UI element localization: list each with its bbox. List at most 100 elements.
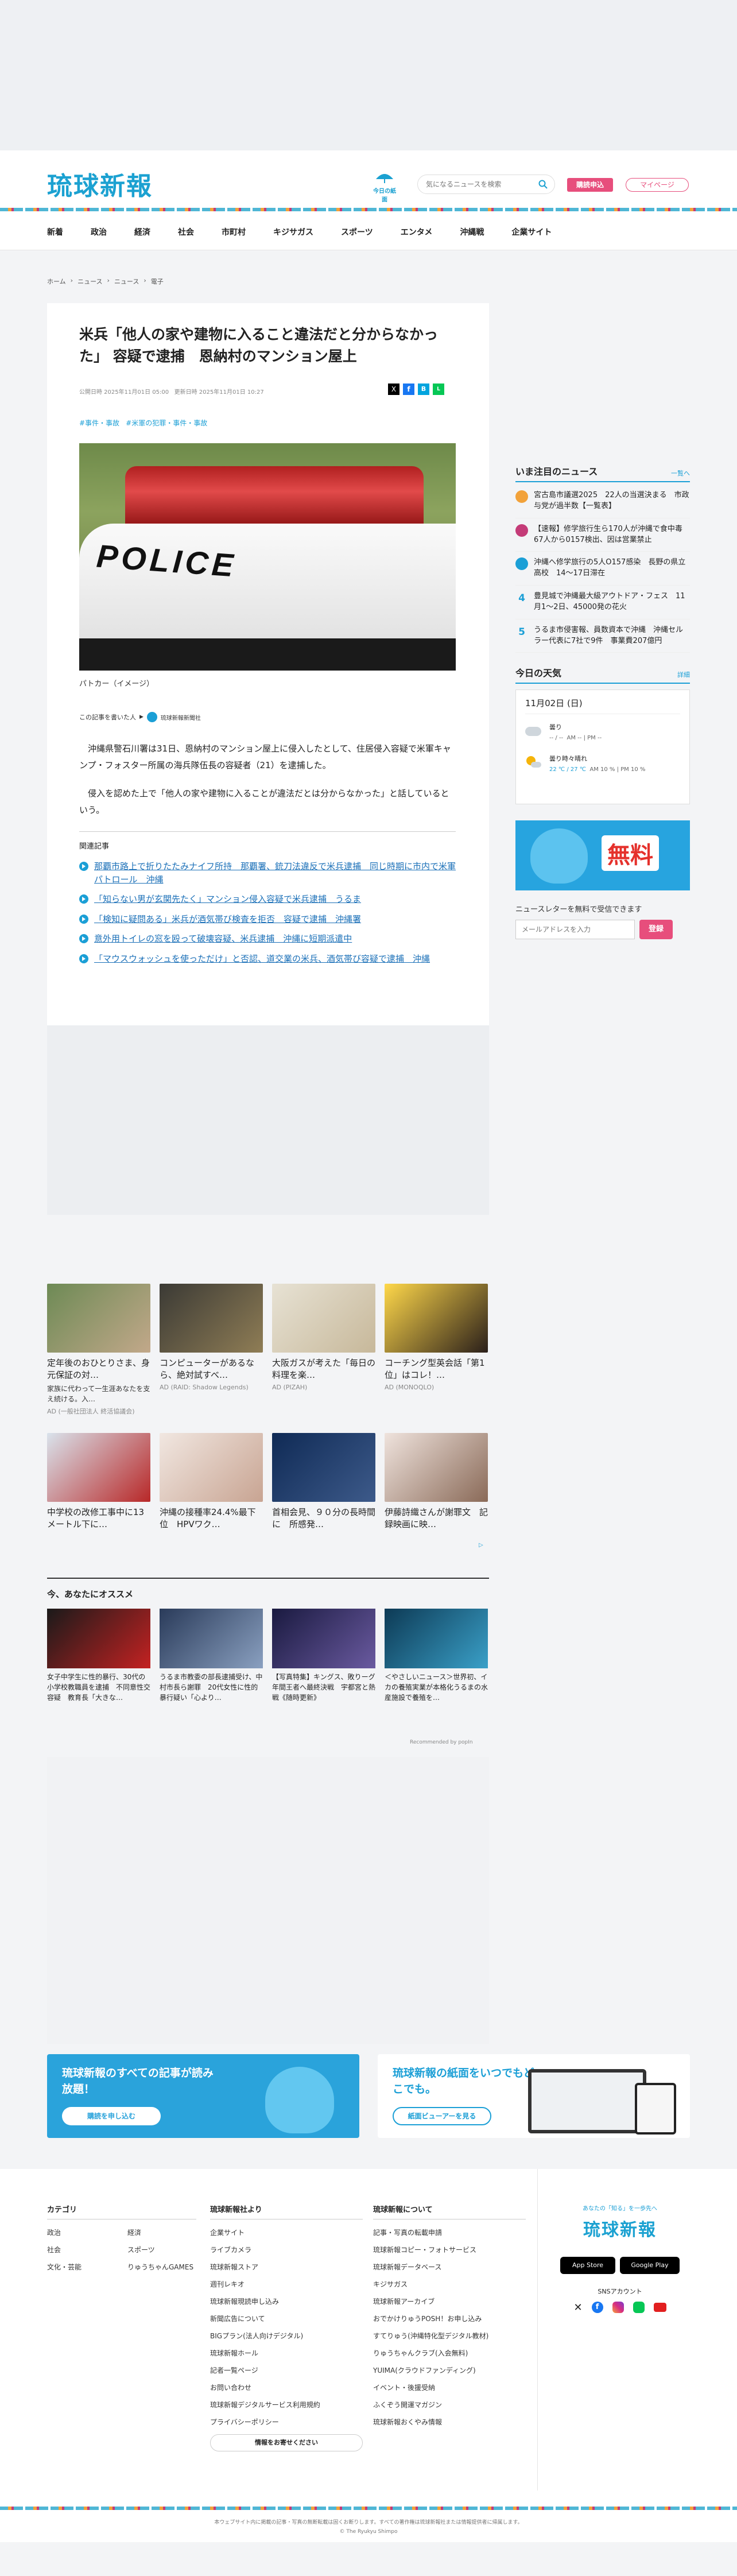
footer-logo[interactable]: 琉球新報 bbox=[551, 2215, 689, 2241]
footer-link[interactable]: 琉球新報現読申し込み bbox=[210, 2296, 363, 2306]
nav-item[interactable]: 社会 bbox=[178, 226, 194, 238]
footer-link[interactable]: BIGプラン(法人向けデジタル) bbox=[210, 2331, 363, 2341]
footer-link[interactable]: 琉球新報ストア bbox=[210, 2262, 363, 2272]
footer-link[interactable]: キジサガス bbox=[373, 2279, 526, 2289]
ranking-more-link[interactable]: 一覧へ bbox=[671, 468, 690, 478]
related-article-link[interactable]: 「知らない男が玄関先たく」マンション侵入容疑で米兵逮捕 うるま bbox=[79, 893, 456, 906]
facebook-share-icon[interactable]: f bbox=[403, 384, 414, 395]
sponsored-card[interactable]: 定年後のおひとりさま、身元保証の対… 家族に代わって一生涯あなたを支え続ける。入…… bbox=[47, 1284, 150, 1416]
breadcrumb-news[interactable]: ニュース bbox=[77, 277, 102, 286]
sponsored-subtitle: 家族に代わって一生涯あなたを支え続ける。入… bbox=[47, 1385, 150, 1403]
author-name[interactable]: 琉球新報新聞社 bbox=[161, 713, 201, 722]
footer-link[interactable]: 琉球新報コピー・フォトサービス bbox=[373, 2245, 526, 2255]
footer-link[interactable]: りゅうちゃんGAMES bbox=[127, 2262, 196, 2272]
instagram-icon[interactable] bbox=[612, 2302, 624, 2313]
newsletter-submit-button[interactable]: 登録 bbox=[639, 920, 673, 940]
footer-link[interactable]: お問い合わせ bbox=[210, 2383, 363, 2392]
facebook-icon[interactable]: f bbox=[591, 2302, 603, 2313]
footer-link[interactable]: 記事・写真の転載申請 bbox=[373, 2228, 526, 2237]
subscribe-banner-button[interactable]: 購読を申し込む bbox=[62, 2107, 161, 2125]
subscribe-banner[interactable]: 琉球新報のすべての記事が読み放題！ 購読を申し込む bbox=[47, 2054, 359, 2138]
x-icon[interactable]: ✕ bbox=[573, 2302, 582, 2314]
todays-paper[interactable]: 今日の紙面 bbox=[372, 171, 397, 203]
nav-item[interactable]: 政治 bbox=[91, 226, 107, 238]
viewer-banner[interactable]: 琉球新報の紙面をいつでもどこでも。 紙面ビューアーを見る bbox=[378, 2054, 690, 2138]
sponsored-card[interactable]: 伊藤詩織さんが謝罪文 記録映画に映… bbox=[385, 1433, 488, 1531]
sponsored-card[interactable]: 首相会見、９０分の長時間に 所感発… bbox=[272, 1433, 375, 1531]
footer-link[interactable]: 記者一覧ページ bbox=[210, 2365, 363, 2375]
sponsored-card[interactable]: 中学校の改修工事中に13メートル下に… bbox=[47, 1433, 150, 1531]
search-icon[interactable] bbox=[538, 180, 548, 189]
ranking-item[interactable]: 沖縄へ修学旅行の5人O157感染 長野の県立高校 14～17日滞在 bbox=[515, 552, 690, 586]
recommend-card[interactable]: ＜やさしいニュース＞世界初、イカの養殖実業が本格化うるまの水産施設で養殖を… bbox=[385, 1609, 488, 1703]
ranking-item[interactable]: 4 豊見城で沖縄最大級アウトドア・フェス 11月1～2日、45000発の花火 bbox=[515, 586, 690, 619]
google-play-badge[interactable]: Google Play bbox=[620, 2257, 680, 2274]
ranking-item[interactable]: 【速報】修学旅行生ら170人が沖縄で食中毒 67人から0157検出、因は営業禁止 bbox=[515, 518, 690, 552]
breadcrumb-home[interactable]: ホーム bbox=[47, 277, 66, 286]
weather-more-link[interactable]: 詳細 bbox=[677, 670, 690, 679]
footer-link[interactable]: 琉球新報デジタルサービス利用規約 bbox=[210, 2400, 363, 2410]
footer-link[interactable]: プライバシーポリシー bbox=[210, 2417, 363, 2427]
adchoices-icon[interactable]: ▷ bbox=[479, 1542, 483, 1548]
youtube-icon[interactable] bbox=[653, 2303, 666, 2312]
nav-item[interactable]: キジサガス bbox=[273, 226, 313, 238]
sponsored-card[interactable]: 大阪ガスが考えた「毎日の料理を楽… AD (PIZAH) bbox=[272, 1284, 375, 1391]
sponsored-card[interactable]: 沖縄の接種率24.4%最下位 HPVワク… bbox=[160, 1433, 263, 1531]
footer-link[interactable]: すてりゅう(沖縄特化型デジタル教材) bbox=[373, 2331, 526, 2341]
nav-item[interactable]: スポーツ bbox=[341, 226, 373, 238]
footer-link[interactable]: スポーツ bbox=[127, 2245, 196, 2255]
recommend-card[interactable]: 【写真特集】キングス、敗りーグ年間王者へ最終決戦 宇都宮と熱戦《随時更新》 bbox=[272, 1609, 375, 1703]
footer-link[interactable]: 企業サイト bbox=[210, 2228, 363, 2237]
nav-item[interactable]: 経済 bbox=[134, 226, 150, 238]
footer-link[interactable]: 新聞広告について bbox=[210, 2314, 363, 2323]
sponsored-card[interactable]: コーチング型英会話「第1位」はコレ！… AD (MONOQLO) bbox=[385, 1284, 488, 1391]
related-article-link[interactable]: 那覇市路上で折りたたみナイフ所持 那覇署、銃刀法違反で米兵逮捕 同じ時期に市内で… bbox=[79, 860, 456, 886]
viewer-banner-button[interactable]: 紙面ビューアーを見る bbox=[393, 2107, 491, 2125]
footer-link[interactable]: 琉球新報アーカイブ bbox=[373, 2296, 526, 2306]
site-logo[interactable]: 琉球新報 bbox=[47, 165, 153, 202]
search-box[interactable] bbox=[417, 175, 555, 194]
ranking-item[interactable]: 5 うるま市侵害報、員数資本で沖縄 沖縄セルラー代表に7社で9件 事業費207億円 bbox=[515, 619, 690, 653]
related-article-link[interactable]: 「マウスウォッシュを使っただけ」と否認、道交業の米兵、酒気帯び容疑で逮捕 沖縄 bbox=[79, 952, 456, 966]
footer-link[interactable]: 琉球新報データベース bbox=[373, 2262, 526, 2272]
footer-link[interactable]: 経済 bbox=[127, 2228, 196, 2237]
search-input[interactable] bbox=[426, 175, 529, 193]
footer-link[interactable]: 社会 bbox=[47, 2245, 127, 2255]
app-store-badge[interactable]: App Store bbox=[560, 2257, 615, 2274]
recommend-card[interactable]: うるま市教委の部長逮捕受け、中村市長ら謝罪 20代女性に性的暴行疑い「心より… bbox=[160, 1609, 263, 1703]
nav-item[interactable]: 新着 bbox=[47, 226, 63, 238]
author-row: この記事を書いた人 ▶ 琉球新報新聞社 bbox=[79, 712, 201, 722]
footer-link[interactable]: イベント・後援受納 bbox=[373, 2383, 526, 2392]
subscribe-button[interactable]: 購読申込 bbox=[567, 178, 613, 192]
nav-item[interactable]: エンタメ bbox=[401, 226, 433, 238]
nav-item[interactable]: 企業サイト bbox=[511, 226, 552, 238]
footer-link[interactable]: りゅうちゃんクラブ(入会無料) bbox=[373, 2348, 526, 2358]
line-share-icon[interactable]: L bbox=[433, 384, 444, 395]
nav-item[interactable]: 市町村 bbox=[222, 226, 246, 238]
recommend-card[interactable]: 女子中学生に性的暴行、30代の小学校教職員を逮捕 不同意性交容疑 教育長「大きな… bbox=[47, 1609, 150, 1703]
footer-link[interactable]: YUIMA(クラウドファンディング) bbox=[373, 2365, 526, 2375]
related-article-link[interactable]: 意外用トイレの窓を殴って破壊容疑、米兵逮捕 沖縄に短期派遣中 bbox=[79, 932, 456, 946]
tag-link[interactable]: #米軍の犯罪・事件・事故 bbox=[126, 418, 207, 428]
line-icon[interactable] bbox=[633, 2302, 645, 2313]
tag-link[interactable]: #事件・事故 bbox=[79, 418, 119, 428]
footer-link[interactable]: 週刊レキオ bbox=[210, 2279, 363, 2289]
footer-link[interactable]: おでかけりゅうPOSH！お申し込み bbox=[373, 2314, 526, 2323]
ranking-item[interactable]: 宮古島市議選2025 22人の当選決まる 市政与党が過半数【一覧表】 bbox=[515, 485, 690, 518]
sidebar-ad-banner[interactable]: 無料 bbox=[515, 820, 690, 891]
footer-link[interactable]: 琉球新報おくやみ情報 bbox=[373, 2417, 526, 2427]
footer-link[interactable]: ふくぞう開運マガジン bbox=[373, 2400, 526, 2410]
hatena-share-icon[interactable]: B bbox=[418, 384, 429, 395]
mypage-button[interactable]: マイページ bbox=[626, 178, 689, 192]
footer-link[interactable]: ライブカメラ bbox=[210, 2245, 363, 2255]
sponsored-card[interactable]: コンピューターがあるなら、絶対試すべ… AD (RAID: Shadow Lege… bbox=[160, 1284, 263, 1391]
footer-link[interactable]: 文化・芸能 bbox=[47, 2262, 127, 2272]
footer-link[interactable]: 琉球新報ホール bbox=[210, 2348, 363, 2358]
related-article-link[interactable]: 「検知に疑問ある」米兵が酒気帯び検査を拒否 容疑で逮捕 沖縄署 bbox=[79, 913, 456, 926]
nav-item[interactable]: 沖縄戦 bbox=[460, 226, 484, 238]
newsletter-email-input[interactable] bbox=[515, 920, 635, 940]
breadcrumb-news2[interactable]: ニュース bbox=[114, 277, 139, 286]
x-share-icon[interactable]: X bbox=[388, 384, 399, 395]
tip-submit-button[interactable]: 情報をお寄せください bbox=[210, 2434, 363, 2451]
footer-link[interactable]: 政治 bbox=[47, 2228, 127, 2237]
